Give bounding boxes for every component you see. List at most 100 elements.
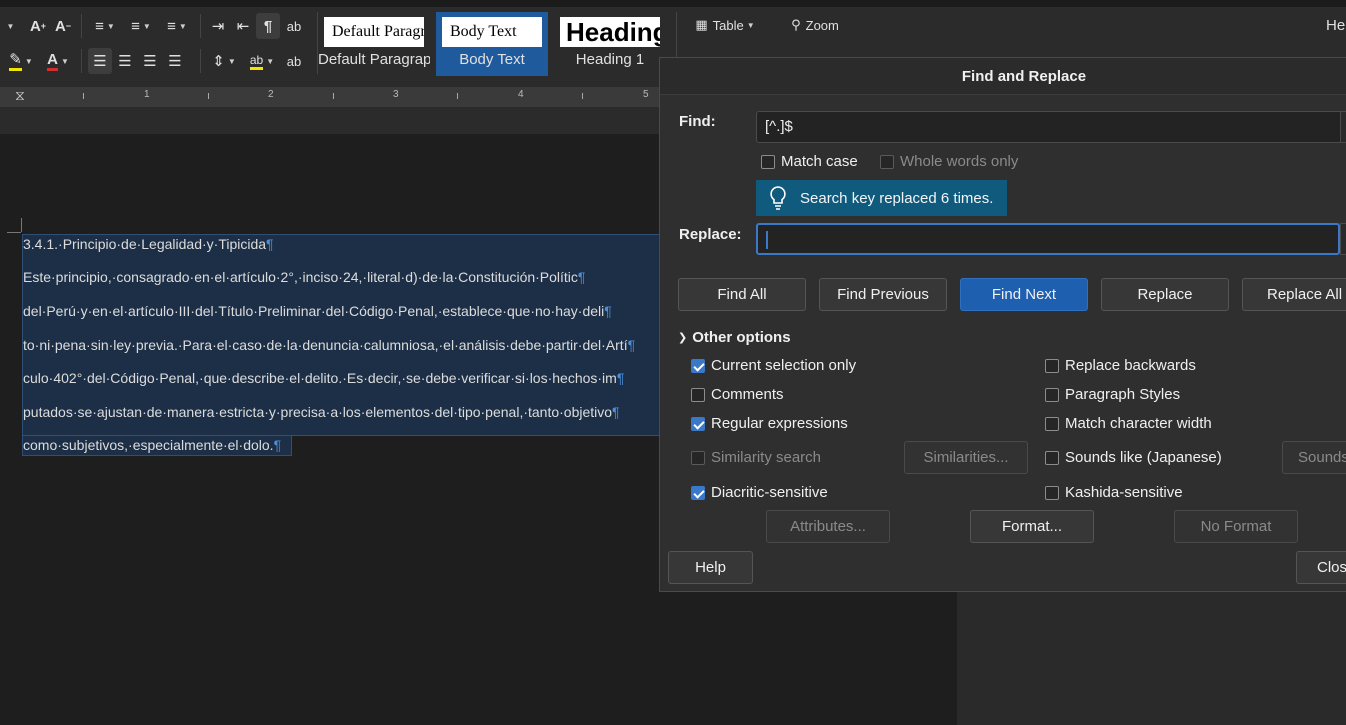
kashida-checkbox[interactable]: Kashida-sensitive <box>1045 484 1183 501</box>
paragraph-heading[interactable]: 3.4.1.·Principio·de·Legalidad·y·Tipicida… <box>23 236 274 252</box>
checkbox-label: Replace backwards <box>1065 357 1196 374</box>
similarities-button[interactable]: Similarities... <box>904 441 1028 474</box>
pilcrow-mark: ¶ <box>627 337 636 353</box>
paragraph-line[interactable]: putados·se·ajustan·de·manera·estricta·y·… <box>23 404 620 420</box>
find-all-button[interactable]: Find All <box>678 278 806 311</box>
style-body-text[interactable]: Body Text Body Text <box>436 12 548 76</box>
find-previous-button[interactable]: Find Previous <box>819 278 947 311</box>
ruler-number: 4 <box>518 89 524 100</box>
ruler-number: 2 <box>268 89 274 100</box>
checkbox-label: Similarity search <box>711 449 822 466</box>
character-highlight-icon[interactable]: ab ▼ <box>244 48 280 74</box>
other-options-expander[interactable]: ❯ Other options <box>678 329 791 346</box>
align-right-icon[interactable]: ☰ <box>138 48 162 74</box>
regex-checkbox[interactable]: Regular expressions <box>691 415 848 432</box>
autocorrect-icon[interactable]: ab <box>282 48 306 74</box>
checkbox-box <box>691 387 705 402</box>
spellcheck-icon[interactable]: ab <box>282 13 306 39</box>
formatting-marks-icon[interactable]: ¶ <box>256 13 280 39</box>
pilcrow-mark: ¶ <box>577 269 586 285</box>
replace-backwards-checkbox[interactable]: Replace backwards <box>1045 357 1196 374</box>
numbered-list-icon[interactable]: ≡ ▼ <box>124 13 158 39</box>
checkbox-box <box>691 485 705 500</box>
pilcrow-mark: ¶ <box>616 370 625 386</box>
replace-all-button[interactable]: Replace All <box>1242 278 1346 311</box>
font-color-icon[interactable]: A ▼ <box>40 48 76 74</box>
close-button[interactable]: Close <box>1296 551 1346 584</box>
style-preview: Body Text <box>442 17 542 47</box>
checkbox-label: Whole words only <box>900 153 1019 170</box>
style-label: Heading 1 <box>575 51 645 68</box>
increase-indent-icon[interactable]: ⇥ <box>206 13 230 39</box>
checkbox-label: Comments <box>711 386 784 403</box>
style-preview: Default Paragraph Style <box>324 17 424 47</box>
replace-label: Replace: <box>679 226 742 243</box>
lightbulb-icon <box>756 185 800 211</box>
expander-label: Other options <box>692 329 791 346</box>
zoom-button[interactable]: ⚲ Zoom <box>786 12 844 38</box>
comments-checkbox[interactable]: Comments <box>691 386 784 403</box>
style-heading-1[interactable]: Heading 1 Heading 1 <box>554 12 666 76</box>
find-history-button[interactable] <box>1340 111 1346 143</box>
replace-input[interactable] <box>756 223 1340 255</box>
whole-words-checkbox[interactable]: Whole words only <box>880 153 1018 170</box>
indent-marker-icon[interactable]: ⧖ <box>15 87 25 104</box>
horizontal-ruler[interactable]: ⧖ 1 2 3 4 5 <box>0 87 660 107</box>
style-default-paragraph[interactable]: Default Paragraph Style Default Paragrap… <box>318 12 430 76</box>
diacritic-checkbox[interactable]: Diacritic-sensitive <box>691 484 828 501</box>
paragraph-line[interactable]: del·Perú·y·en·el·artículo·III·del·Título… <box>23 303 612 319</box>
side-panel <box>957 590 1346 725</box>
paragraph-line[interactable]: to·ni·pena·sin·ley·previa.·Para·el·caso·… <box>23 337 635 353</box>
find-next-button[interactable]: Find Next <box>960 278 1088 311</box>
bullet-list-icon[interactable]: ≡ ▼ <box>88 13 122 39</box>
table-label: Table <box>712 17 744 33</box>
decrease-indent-icon[interactable]: ⇤ <box>231 13 255 39</box>
page-corner-mark <box>7 232 21 233</box>
pilcrow-mark: ¶ <box>266 236 274 252</box>
find-replace-dialog: Find and Replace Find: [^.]$ Match case … <box>659 57 1346 592</box>
line-text: Este·principio,·consagrado·en·el·artícul… <box>23 269 578 285</box>
line-text: como·subjetivos,·especialmente·el·dolo. <box>23 437 274 453</box>
grow-font-icon[interactable]: A + <box>27 13 49 39</box>
shrink-font-icon[interactable]: A − <box>52 13 74 39</box>
replace-history-button[interactable] <box>1340 223 1346 255</box>
paragraph-styles-checkbox[interactable]: Paragraph Styles <box>1045 386 1180 403</box>
similarity-checkbox[interactable]: Similarity search <box>691 449 821 466</box>
outline-list-icon[interactable]: ≡ ▼ <box>160 13 194 39</box>
pilcrow-mark: ¶ <box>273 437 282 453</box>
help-button[interactable]: Help <box>668 551 753 584</box>
attributes-button[interactable]: Attributes... <box>766 510 890 543</box>
checkbox-box <box>1045 416 1059 431</box>
sounds-button[interactable]: Sounds... <box>1282 441 1346 474</box>
checkbox-label: Diacritic-sensitive <box>711 484 828 501</box>
overflow-chevron[interactable]: ▼ <box>0 13 18 39</box>
format-button[interactable]: Format... <box>970 510 1094 543</box>
checkbox-label: Sounds like (Japanese) <box>1065 449 1222 466</box>
dialog-title: Find and Replace <box>660 58 1346 95</box>
current-selection-checkbox[interactable]: Current selection only <box>691 357 856 374</box>
line-text: del·Perú·y·en·el·artículo·III·del·Título… <box>23 303 605 319</box>
paragraph-line[interactable]: culo·402°·del·Código·Penal,·que·describe… <box>23 370 624 386</box>
justify-icon[interactable]: ☰ <box>163 48 187 74</box>
separator <box>200 14 201 38</box>
line-spacing-icon[interactable]: ⇕ ▼ <box>206 48 242 74</box>
align-center-icon[interactable]: ☰ <box>113 48 137 74</box>
paragraph-line[interactable]: como·subjetivos,·especialmente·el·dolo.¶ <box>23 437 281 453</box>
paragraph-line[interactable]: Este·principio,·consagrado·en·el·artícul… <box>23 269 585 285</box>
info-banner: Search key replaced 6 times. <box>756 180 1007 216</box>
page-corner-mark <box>21 218 22 232</box>
highlight-color-icon[interactable]: ✎ ▼ <box>2 48 40 74</box>
checkbox-box <box>761 154 775 169</box>
ruler-tick <box>83 93 84 99</box>
header-button[interactable]: He <box>1326 12 1346 38</box>
no-format-button[interactable]: No Format <box>1174 510 1298 543</box>
match-case-checkbox[interactable]: Match case <box>761 153 858 170</box>
align-left-icon[interactable]: ☰ <box>88 48 112 74</box>
sounds-like-checkbox[interactable]: Sounds like (Japanese) <box>1045 449 1222 466</box>
find-input[interactable]: [^.]$ <box>756 111 1346 143</box>
match-char-width-checkbox[interactable]: Match character width <box>1045 415 1212 432</box>
checkbox-label: Paragraph Styles <box>1065 386 1181 403</box>
table-button[interactable]: ▦ Table ▼ <box>690 12 760 38</box>
replace-button[interactable]: Replace <box>1101 278 1229 311</box>
checkbox-label: Kashida-sensitive <box>1065 484 1183 501</box>
